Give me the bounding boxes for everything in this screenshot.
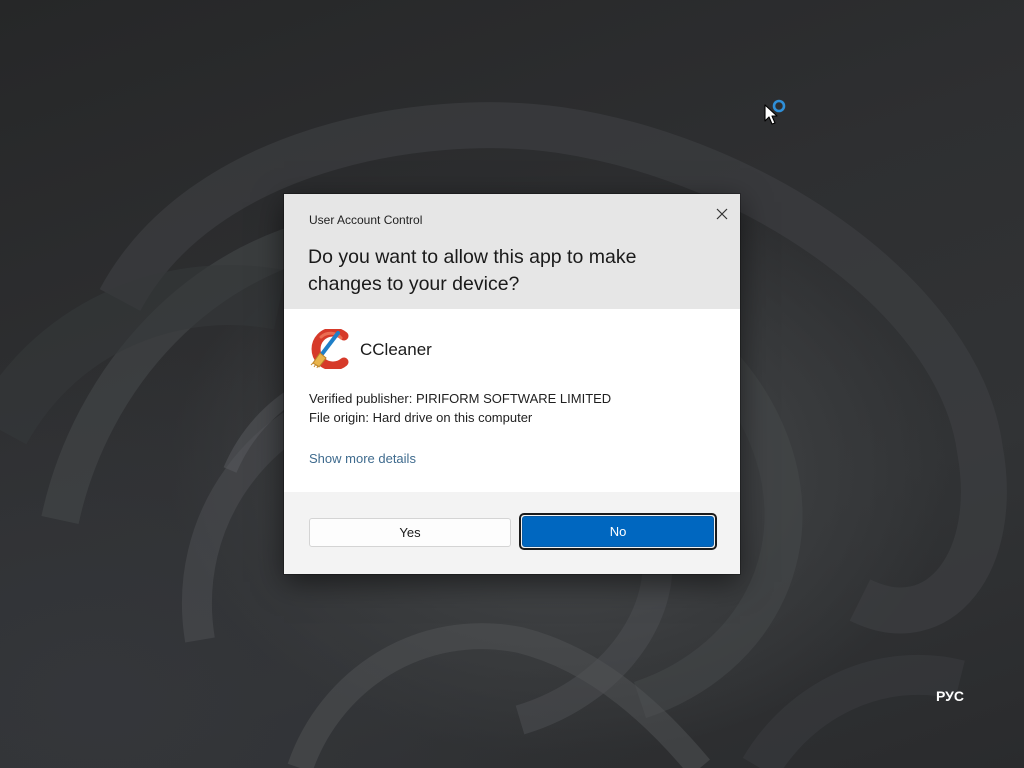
dialog-body: CCleaner Verified publisher: PIRIFORM SO… bbox=[284, 309, 740, 492]
dialog-footer: Yes No bbox=[284, 492, 740, 574]
ccleaner-icon bbox=[308, 327, 350, 371]
close-icon bbox=[716, 208, 728, 220]
no-button[interactable]: No bbox=[522, 516, 714, 547]
uac-dialog: User Account Control Do you want to allo… bbox=[284, 194, 740, 574]
busy-pointer-icon bbox=[764, 97, 794, 127]
language-indicator[interactable]: РУС bbox=[936, 688, 964, 704]
show-more-details-link[interactable]: Show more details bbox=[309, 451, 416, 466]
close-button[interactable] bbox=[710, 203, 734, 225]
yes-button[interactable]: Yes bbox=[309, 518, 511, 547]
consent-question: Do you want to allow this app to make ch… bbox=[308, 246, 637, 295]
app-name: CCleaner bbox=[360, 340, 432, 359]
file-origin-text: File origin: Hard drive on this computer bbox=[309, 410, 533, 425]
dialog-title: User Account Control bbox=[309, 213, 423, 227]
dialog-header: User Account Control Do you want to allo… bbox=[284, 194, 740, 309]
publisher-text: Verified publisher: PIRIFORM SOFTWARE LI… bbox=[309, 391, 612, 406]
